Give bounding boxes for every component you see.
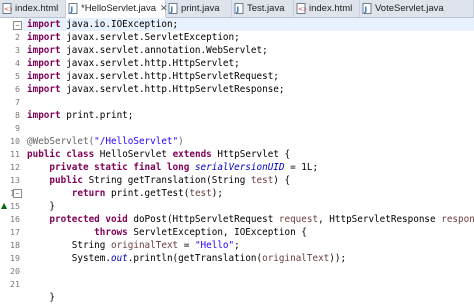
line-number: 10 [0,135,20,148]
line-number: 19 [0,252,20,265]
code-line: } [27,200,55,213]
code-line: throws ServletException, IOException { [27,226,307,239]
override-marker-icon: ▲ [1,201,10,210]
svg-text:<>: <> [298,6,306,13]
code-line: import javax.servlet.http.HttpServlet; [27,57,240,70]
fold-toggle-icon[interactable]: − [13,189,22,198]
line-number: 11 [0,148,20,161]
code-line: System.out.println(getTranslation(origin… [27,252,346,265]
svg-text:J: J [364,6,368,14]
tab-label: print.java [181,3,220,14]
line-number: 12 [0,161,20,174]
code-line: @WebServlet("/HelloServlet") [27,135,184,148]
line-number: 2 [0,31,20,44]
line-number: 9 [0,122,20,135]
tab-index-html-2[interactable]: <> index.html [294,0,360,17]
line-number: 16 [0,213,20,226]
fold-toggle-icon[interactable]: − [13,21,22,30]
editor-tab-bar: <> index.html J *HelloServlet.java ✕ J p… [0,0,474,18]
line-number: 20 [0,265,20,278]
java-file-icon: J [168,3,178,14]
line-number: 4 [0,57,20,70]
tab-label: *HelloServlet.java [81,3,156,14]
svg-text:<>: <> [4,6,12,13]
code-line: protected void doPost(HttpServletRequest… [27,213,474,226]
code-line: public class HelloServlet extends HttpSe… [27,148,290,161]
tab-print-java[interactable]: J print.java [166,0,232,17]
line-number: 13 [0,174,20,187]
line-number: 17 [0,226,20,239]
code-line: import javax.servlet.http.HttpServletRes… [27,83,284,96]
svg-text:J: J [70,6,74,14]
html-file-icon: <> [296,3,306,14]
tab-test-java[interactable]: J Test.java [232,0,294,17]
code-line: import print.print; [27,109,133,122]
tab-label: index.html [15,3,58,14]
line-number: 5 [0,70,20,83]
code-line: } [27,291,55,304]
line-number: 8 [0,109,20,122]
code-line: String originalText = "Hello"; [27,239,240,252]
code-editor[interactable]: import java.io.IOException; import javax… [27,18,474,285]
java-file-icon: J [234,3,244,14]
tab-helloservlet-java[interactable]: J *HelloServlet.java ✕ [66,0,166,18]
tab-label: Test.java [247,3,285,14]
code-line: import java.io.IOException; [27,18,178,31]
tab-voteservlet-java[interactable]: J VoteServlet.java [360,0,474,17]
java-file-icon: J [362,3,372,14]
tab-label: index.html [309,3,352,14]
code-line: import javax.servlet.ServletException; [27,31,240,44]
line-number: 3 [0,44,20,57]
code-line: import javax.servlet.annotation.WebServl… [27,44,268,57]
svg-text:J: J [236,6,240,14]
line-number: 18 [0,239,20,252]
line-number-gutter: 2 3 4 5 6 7 8 9 10 11 12 13 14 15 16 17 … [0,18,23,285]
line-number: 7 [0,96,20,109]
java-file-icon: J [68,3,78,14]
svg-text:J: J [170,6,174,14]
code-line: public String getTranslation(String test… [27,174,290,187]
code-line: import javax.servlet.http.HttpServletReq… [27,70,279,83]
code-line: return print.getTest(test); [27,187,223,200]
tab-index-html[interactable]: <> index.html [0,0,66,17]
line-number: 6 [0,83,20,96]
html-file-icon: <> [2,3,12,14]
tab-label: VoteServlet.java [375,3,444,14]
code-line: private static final long serialVersionU… [27,161,318,174]
